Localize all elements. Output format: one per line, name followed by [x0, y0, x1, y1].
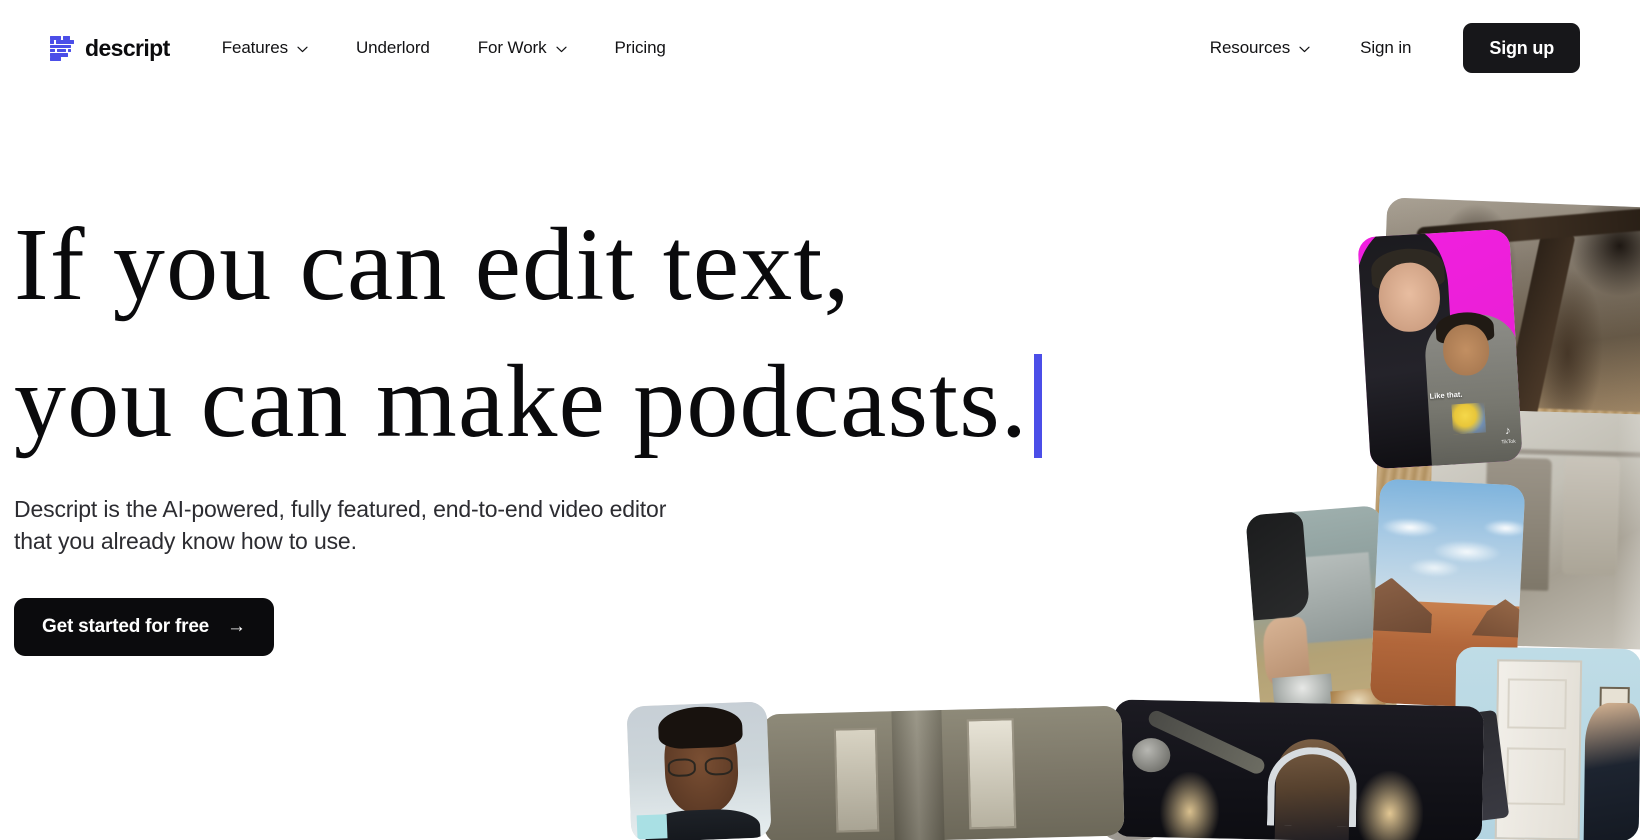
- tiktok-watermark-label: TikTok: [1501, 438, 1516, 446]
- tiktok-icon: ♪ TikTok: [1501, 425, 1516, 446]
- headline-line-1: If you can edit text,: [14, 207, 851, 322]
- nav-item-underlord[interactable]: Underlord: [332, 28, 454, 68]
- chevron-down-icon: [297, 46, 308, 53]
- sign-up-button[interactable]: Sign up: [1463, 23, 1580, 73]
- nav-item-underlord-label: Underlord: [355, 38, 430, 57]
- nav-item-resources[interactable]: Resources: [1186, 28, 1334, 68]
- brand-name: descript: [85, 34, 170, 61]
- man-with-glasses-photo[interactable]: [626, 701, 772, 840]
- nav-item-for-work-label: For Work: [477, 38, 547, 57]
- brand-logo-link[interactable]: descript: [50, 35, 170, 62]
- curtain-room-photo[interactable]: [761, 705, 1125, 840]
- nav-item-for-work[interactable]: For Work: [454, 28, 591, 68]
- nav-links: Features Underlord For Work Pricing: [198, 28, 690, 68]
- descript-waveform-icon: [50, 35, 74, 61]
- get-started-button-label: Get started for free: [42, 615, 210, 637]
- text-cursor-caret: [1034, 354, 1043, 459]
- page-title: If you can edit text, you can make podca…: [14, 196, 1154, 471]
- nav-item-features[interactable]: Features: [198, 28, 332, 68]
- headline-line-2: you can make podcasts.: [14, 344, 1029, 460]
- nav-item-features-label: Features: [221, 38, 288, 57]
- landing-page: descript Features Underlord For Work Pri…: [0, 0, 1640, 840]
- magenta-duo-photo[interactable]: Like that. ♪ TikTok: [1357, 228, 1523, 470]
- nav-right-group: Resources Sign in Sign up: [1186, 23, 1580, 73]
- headline-line-2-wrapper: you can make podcasts.: [14, 333, 1154, 470]
- arrow-right-icon: →: [227, 616, 247, 638]
- nav-item-resources-label: Resources: [1209, 38, 1291, 57]
- get-started-button[interactable]: Get started for free →: [14, 597, 275, 656]
- nav-item-pricing-label: Pricing: [614, 38, 666, 57]
- nav-left-group: descript Features Underlord For Work Pri…: [50, 28, 690, 68]
- hero-subheading: Descript is the AI-powered, fully featur…: [14, 493, 714, 558]
- hero-section: If you can edit text, you can make podca…: [14, 196, 1154, 656]
- top-navigation-bar: descript Features Underlord For Work Pri…: [0, 0, 1640, 96]
- chevron-down-icon: [1299, 46, 1310, 53]
- chevron-down-icon: [555, 46, 567, 53]
- hero-subheading-line-1: Descript is the AI-powered, fully featur…: [14, 495, 667, 522]
- nav-item-pricing[interactable]: Pricing: [591, 28, 690, 68]
- hero-subheading-line-2: that you already know how to use.: [14, 528, 357, 555]
- sign-in-link[interactable]: Sign in: [1334, 28, 1437, 68]
- podcast-headphones-photo[interactable]: [1111, 699, 1485, 840]
